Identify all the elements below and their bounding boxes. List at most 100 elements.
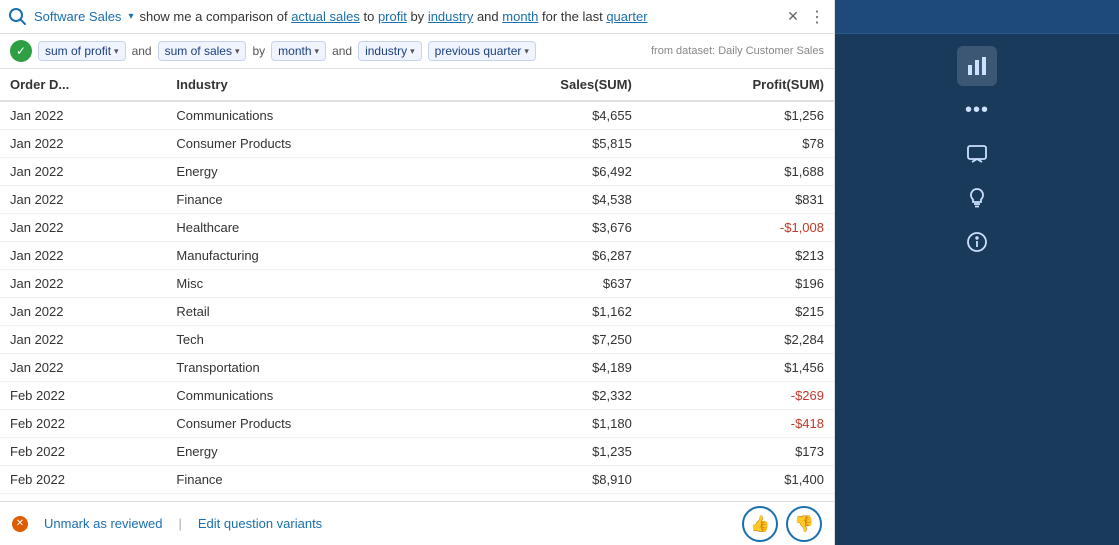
bottom-divider: |: [179, 516, 182, 531]
table-row: Jan 2022Communications$4,655$1,256: [0, 101, 834, 130]
table-cell: Consumer Products: [166, 410, 449, 438]
comment-button[interactable]: [957, 134, 997, 174]
filter-bar: ✓ sum of profit ▾ and sum of sales ▾ by …: [0, 34, 834, 69]
table-cell: Finance: [166, 466, 449, 494]
table-cell: $215: [642, 298, 834, 326]
table-cell: Misc: [166, 270, 449, 298]
table-cell: Feb 2022: [0, 410, 166, 438]
industry-filter-chip[interactable]: industry ▾: [358, 41, 422, 61]
table-cell: Jan 2022: [0, 242, 166, 270]
table-cell: $3,676: [450, 214, 642, 242]
table-cell: Energy: [166, 438, 449, 466]
table-cell: $4,538: [450, 186, 642, 214]
filter-sep-3: and: [332, 44, 352, 58]
dataset-label: from dataset: Daily Customer Sales: [651, 45, 824, 57]
main-panel: Software Sales ▾ show me a comparison of…: [0, 0, 835, 545]
table-cell: $637: [450, 270, 642, 298]
col-header-industry[interactable]: Industry: [166, 69, 449, 101]
table-cell: $78: [642, 130, 834, 158]
filter-sep-1: and: [132, 44, 152, 58]
table-cell: $6,287: [450, 242, 642, 270]
table-cell: Jan 2022: [0, 101, 166, 130]
table-cell: -$1,008: [642, 214, 834, 242]
table-cell: -$418: [642, 410, 834, 438]
col-header-date[interactable]: Order D...: [0, 69, 166, 101]
table-cell: Finance: [166, 186, 449, 214]
unmark-icon: ✕: [12, 516, 28, 532]
table-row: Jan 2022Misc$637$196: [0, 270, 834, 298]
table-cell: Healthcare: [166, 214, 449, 242]
edit-variants-button[interactable]: Edit question variants: [198, 516, 322, 531]
col-header-profit[interactable]: Profit(SUM): [642, 69, 834, 101]
sales-filter-chip[interactable]: sum of sales ▾: [158, 41, 247, 61]
chevron-down-icon: ▾: [235, 46, 240, 57]
previous-quarter-chip[interactable]: previous quarter ▾: [428, 41, 536, 61]
table-cell: Jan 2022: [0, 158, 166, 186]
table-cell: $6,492: [450, 158, 642, 186]
table-row: Jan 2022Transportation$4,189$1,456: [0, 354, 834, 382]
chevron-down-icon: ▾: [524, 46, 529, 57]
table-cell: $213: [642, 242, 834, 270]
chevron-down-icon: ▾: [315, 46, 320, 57]
thumbup-button[interactable]: 👍: [742, 506, 778, 542]
app-name[interactable]: Software Sales: [34, 9, 121, 24]
info-button[interactable]: [957, 222, 997, 262]
app-name-dropdown[interactable]: ▾: [128, 11, 133, 22]
table-cell: $1,180: [450, 410, 642, 438]
unmark-button[interactable]: Unmark as reviewed: [44, 516, 163, 531]
table-cell: $1,235: [450, 438, 642, 466]
table-cell: Jan 2022: [0, 186, 166, 214]
table-cell: Jan 2022: [0, 270, 166, 298]
table-cell: Transportation: [166, 354, 449, 382]
table-cell: $8,910: [450, 466, 642, 494]
table-cell: $1,400: [642, 466, 834, 494]
chevron-down-icon: ▾: [114, 46, 119, 57]
table-cell: Tech: [166, 326, 449, 354]
table-cell: -$269: [642, 382, 834, 410]
more-options-icon[interactable]: ⋮: [808, 8, 826, 26]
more-options-button[interactable]: •••: [957, 90, 997, 130]
thumbup-icon: 👍: [750, 514, 770, 534]
table-row: Jan 2022Tech$7,250$2,284: [0, 326, 834, 354]
table-cell: $1,456: [642, 354, 834, 382]
tools-panel: •••: [835, 34, 1119, 545]
confirm-icon[interactable]: ✓: [10, 40, 32, 62]
month-filter-chip[interactable]: month ▾: [271, 41, 326, 61]
col-header-sales[interactable]: Sales(SUM): [450, 69, 642, 101]
table-cell: Energy: [166, 158, 449, 186]
close-icon[interactable]: ✕: [784, 8, 802, 26]
table-cell: Communications: [166, 101, 449, 130]
table-cell: $4,655: [450, 101, 642, 130]
table-row: Feb 2022Energy$1,235$173: [0, 438, 834, 466]
profit-filter-chip[interactable]: sum of profit ▾: [38, 41, 126, 61]
lightbulb-button[interactable]: [957, 178, 997, 218]
table-row: Jan 2022Energy$6,492$1,688: [0, 158, 834, 186]
table-row: Feb 2022Consumer Products$1,180-$418: [0, 410, 834, 438]
filter-sep-2: by: [252, 44, 265, 58]
table-cell: $173: [642, 438, 834, 466]
feedback-buttons: 👍 👎: [742, 506, 822, 542]
table-cell: Jan 2022: [0, 130, 166, 158]
table-row: Jan 2022Finance$4,538$831: [0, 186, 834, 214]
table-row: Jan 2022Manufacturing$6,287$213: [0, 242, 834, 270]
table-cell: Manufacturing: [166, 242, 449, 270]
search-bar: Software Sales ▾ show me a comparison of…: [0, 0, 834, 34]
table-row: Feb 2022Communications$2,332-$269: [0, 382, 834, 410]
table-cell: Feb 2022: [0, 382, 166, 410]
search-query: show me a comparison of actual sales to …: [139, 9, 778, 24]
data-table-container: Order D... Industry Sales(SUM) Profit(SU…: [0, 69, 834, 501]
bottom-bar: ✕ Unmark as reviewed | Edit question var…: [0, 501, 834, 545]
table-wrapper[interactable]: Order D... Industry Sales(SUM) Profit(SU…: [0, 69, 834, 494]
table-cell: Retail: [166, 298, 449, 326]
table-cell: Feb 2022: [0, 438, 166, 466]
table-row: Jan 2022Consumer Products$5,815$78: [0, 130, 834, 158]
table-cell: $1,688: [642, 158, 834, 186]
table-cell: $4,189: [450, 354, 642, 382]
table-cell: Jan 2022: [0, 326, 166, 354]
table-cell: $831: [642, 186, 834, 214]
bar-chart-button[interactable]: [957, 46, 997, 86]
thumbdown-button[interactable]: 👎: [786, 506, 822, 542]
thumbdown-icon: 👎: [794, 514, 814, 534]
table-cell: Consumer Products: [166, 130, 449, 158]
chevron-down-icon: ▾: [410, 46, 415, 57]
